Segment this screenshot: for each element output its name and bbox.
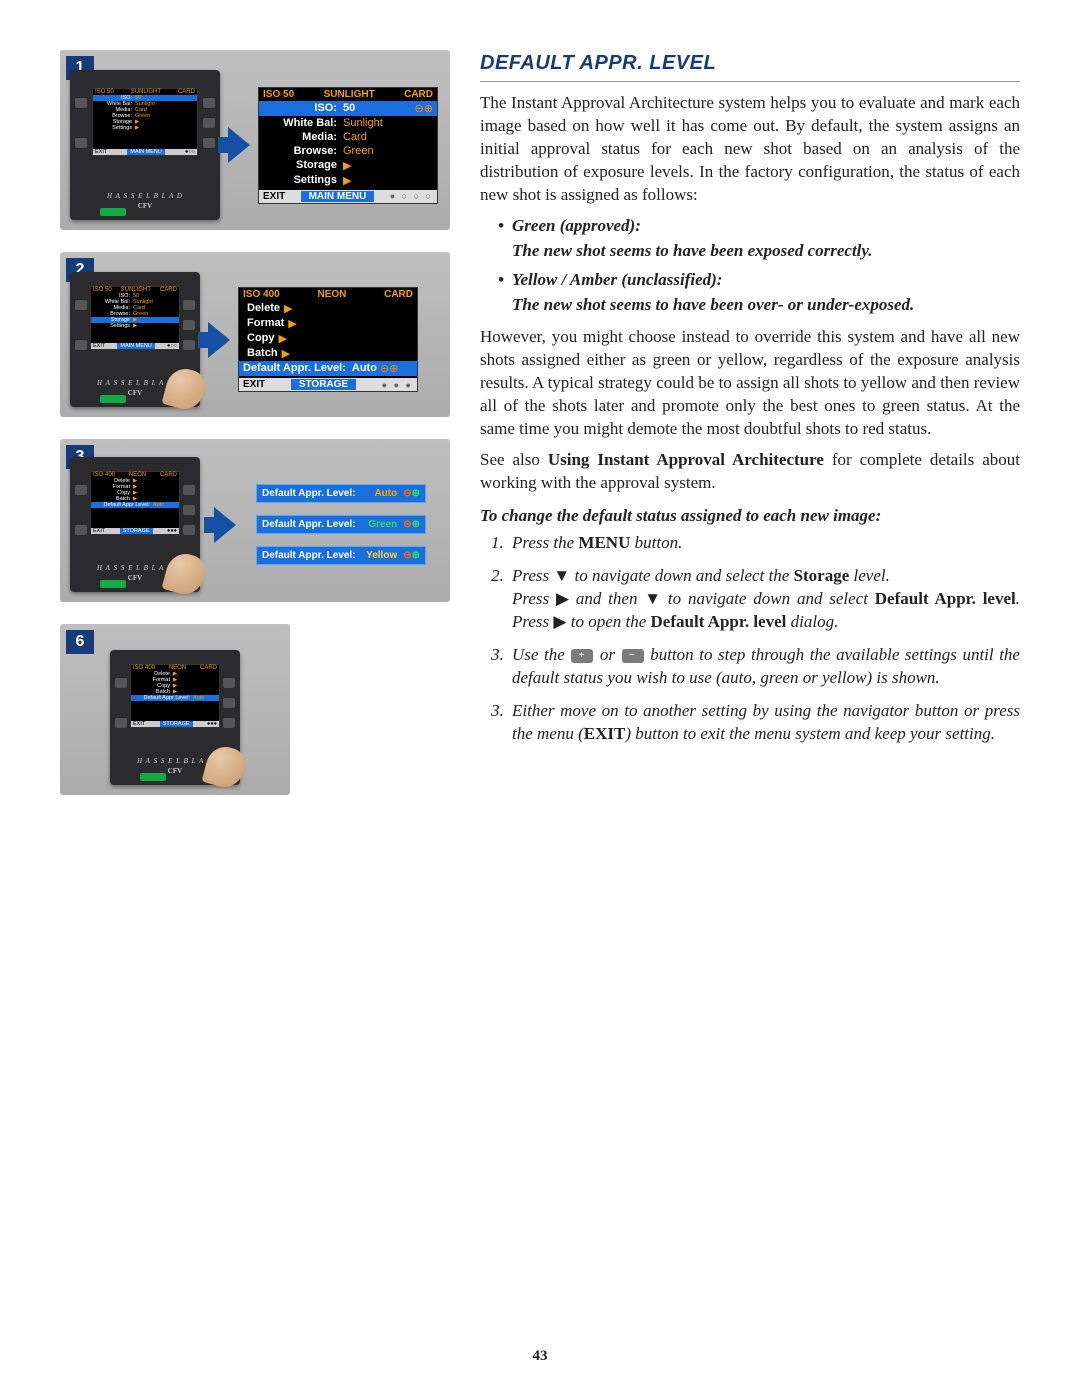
camera-back-device: ISO 50SUNLIGHTCARD ISO:50 White Bal:Sunl… <box>70 70 220 220</box>
step-2: Press ▼ to navigate down and select the … <box>508 565 1020 634</box>
camera-back-device: ISO 50SUNLIGHTCARD ISO:50 White Bal:Sunl… <box>70 272 200 407</box>
left-column: 1 ISO 50SUNLIGHTCARD ISO:50 White Bal:Su… <box>60 50 450 817</box>
nav-down-icon: ▼ <box>553 565 570 588</box>
instruction-steps: Press the MENU button. Press ▼ to naviga… <box>508 532 1020 746</box>
panel-3: 3 ISO 400NEONCARD Delete▶ Format▶ Copy▶ … <box>60 439 450 602</box>
arrow-right-icon <box>228 127 250 163</box>
bullet-yellow-title: Yellow / Amber (unclassified): <box>498 269 1020 292</box>
see-also-paragraph: See also Using Instant Approval Architec… <box>480 449 1020 495</box>
storage-menu-screen: ISO 400NEONCARD Delete▶ Format▶ Copy▶ Ba… <box>238 287 418 392</box>
nav-right-icon: ▶ <box>553 611 566 634</box>
nav-down-icon: ▼ <box>644 588 661 611</box>
camera-back-device: ISO 400NEONCARD Delete▶ Format▶ Copy▶ Ba… <box>70 457 200 592</box>
step-1: Press the MENU button. <box>508 532 1020 555</box>
minus-button-icon <box>622 649 644 663</box>
level-pill-green: Default Appr. Level:Green⊖⊕ <box>256 515 426 534</box>
arrow-right-icon <box>208 322 230 358</box>
hand-icon <box>161 365 208 413</box>
bullet-green-title: Green (approved): <box>498 215 1020 238</box>
panel-6: 6 ISO 400NEONCARD Delete▶ Format▶ Copy▶ … <box>60 624 290 795</box>
bullet-yellow-desc: The new shot seems to have been over- or… <box>512 294 1020 317</box>
hand-icon <box>161 550 208 598</box>
level-pill-yellow: Default Appr. Level:Yellow⊖⊕ <box>256 546 426 565</box>
hand-icon <box>201 743 248 791</box>
bullet-green-desc: The new shot seems to have been exposed … <box>512 240 1020 263</box>
step-3: Use the or button to step through the av… <box>508 644 1020 690</box>
nav-right-icon: ▶ <box>556 588 569 611</box>
panel-1: 1 ISO 50SUNLIGHTCARD ISO:50 White Bal:Su… <box>60 50 450 230</box>
panel-2: 2 ISO 50SUNLIGHTCARD ISO:50 White Bal:Su… <box>60 252 450 417</box>
level-pill-auto: Default Appr. Level:Auto⊖⊕ <box>256 484 426 503</box>
arrow-right-icon <box>214 507 236 543</box>
instructions-title: To change the default status assigned to… <box>480 505 1020 528</box>
step-4: Either move on to another setting by usi… <box>508 700 1020 746</box>
override-paragraph: However, you might choose instead to ove… <box>480 326 1020 441</box>
plus-button-icon <box>571 649 593 663</box>
page-number: 43 <box>0 1348 1080 1365</box>
panel-6-number: 6 <box>66 630 94 654</box>
main-menu-screen: ISO 50SUNLIGHTCARD ISO:50 ⊖⊕ White Bal:S… <box>258 87 438 204</box>
intro-paragraph: The Instant Approval Architecture system… <box>480 92 1020 207</box>
appr-level-options: Default Appr. Level:Auto⊖⊕ Default Appr.… <box>256 484 426 565</box>
right-column: DEFAULT APPR. LEVEL The Instant Approval… <box>480 50 1020 817</box>
section-title: DEFAULT APPR. LEVEL <box>480 50 1020 82</box>
camera-back-device: ISO 400NEONCARD Delete▶ Format▶ Copy▶ Ba… <box>110 650 240 785</box>
